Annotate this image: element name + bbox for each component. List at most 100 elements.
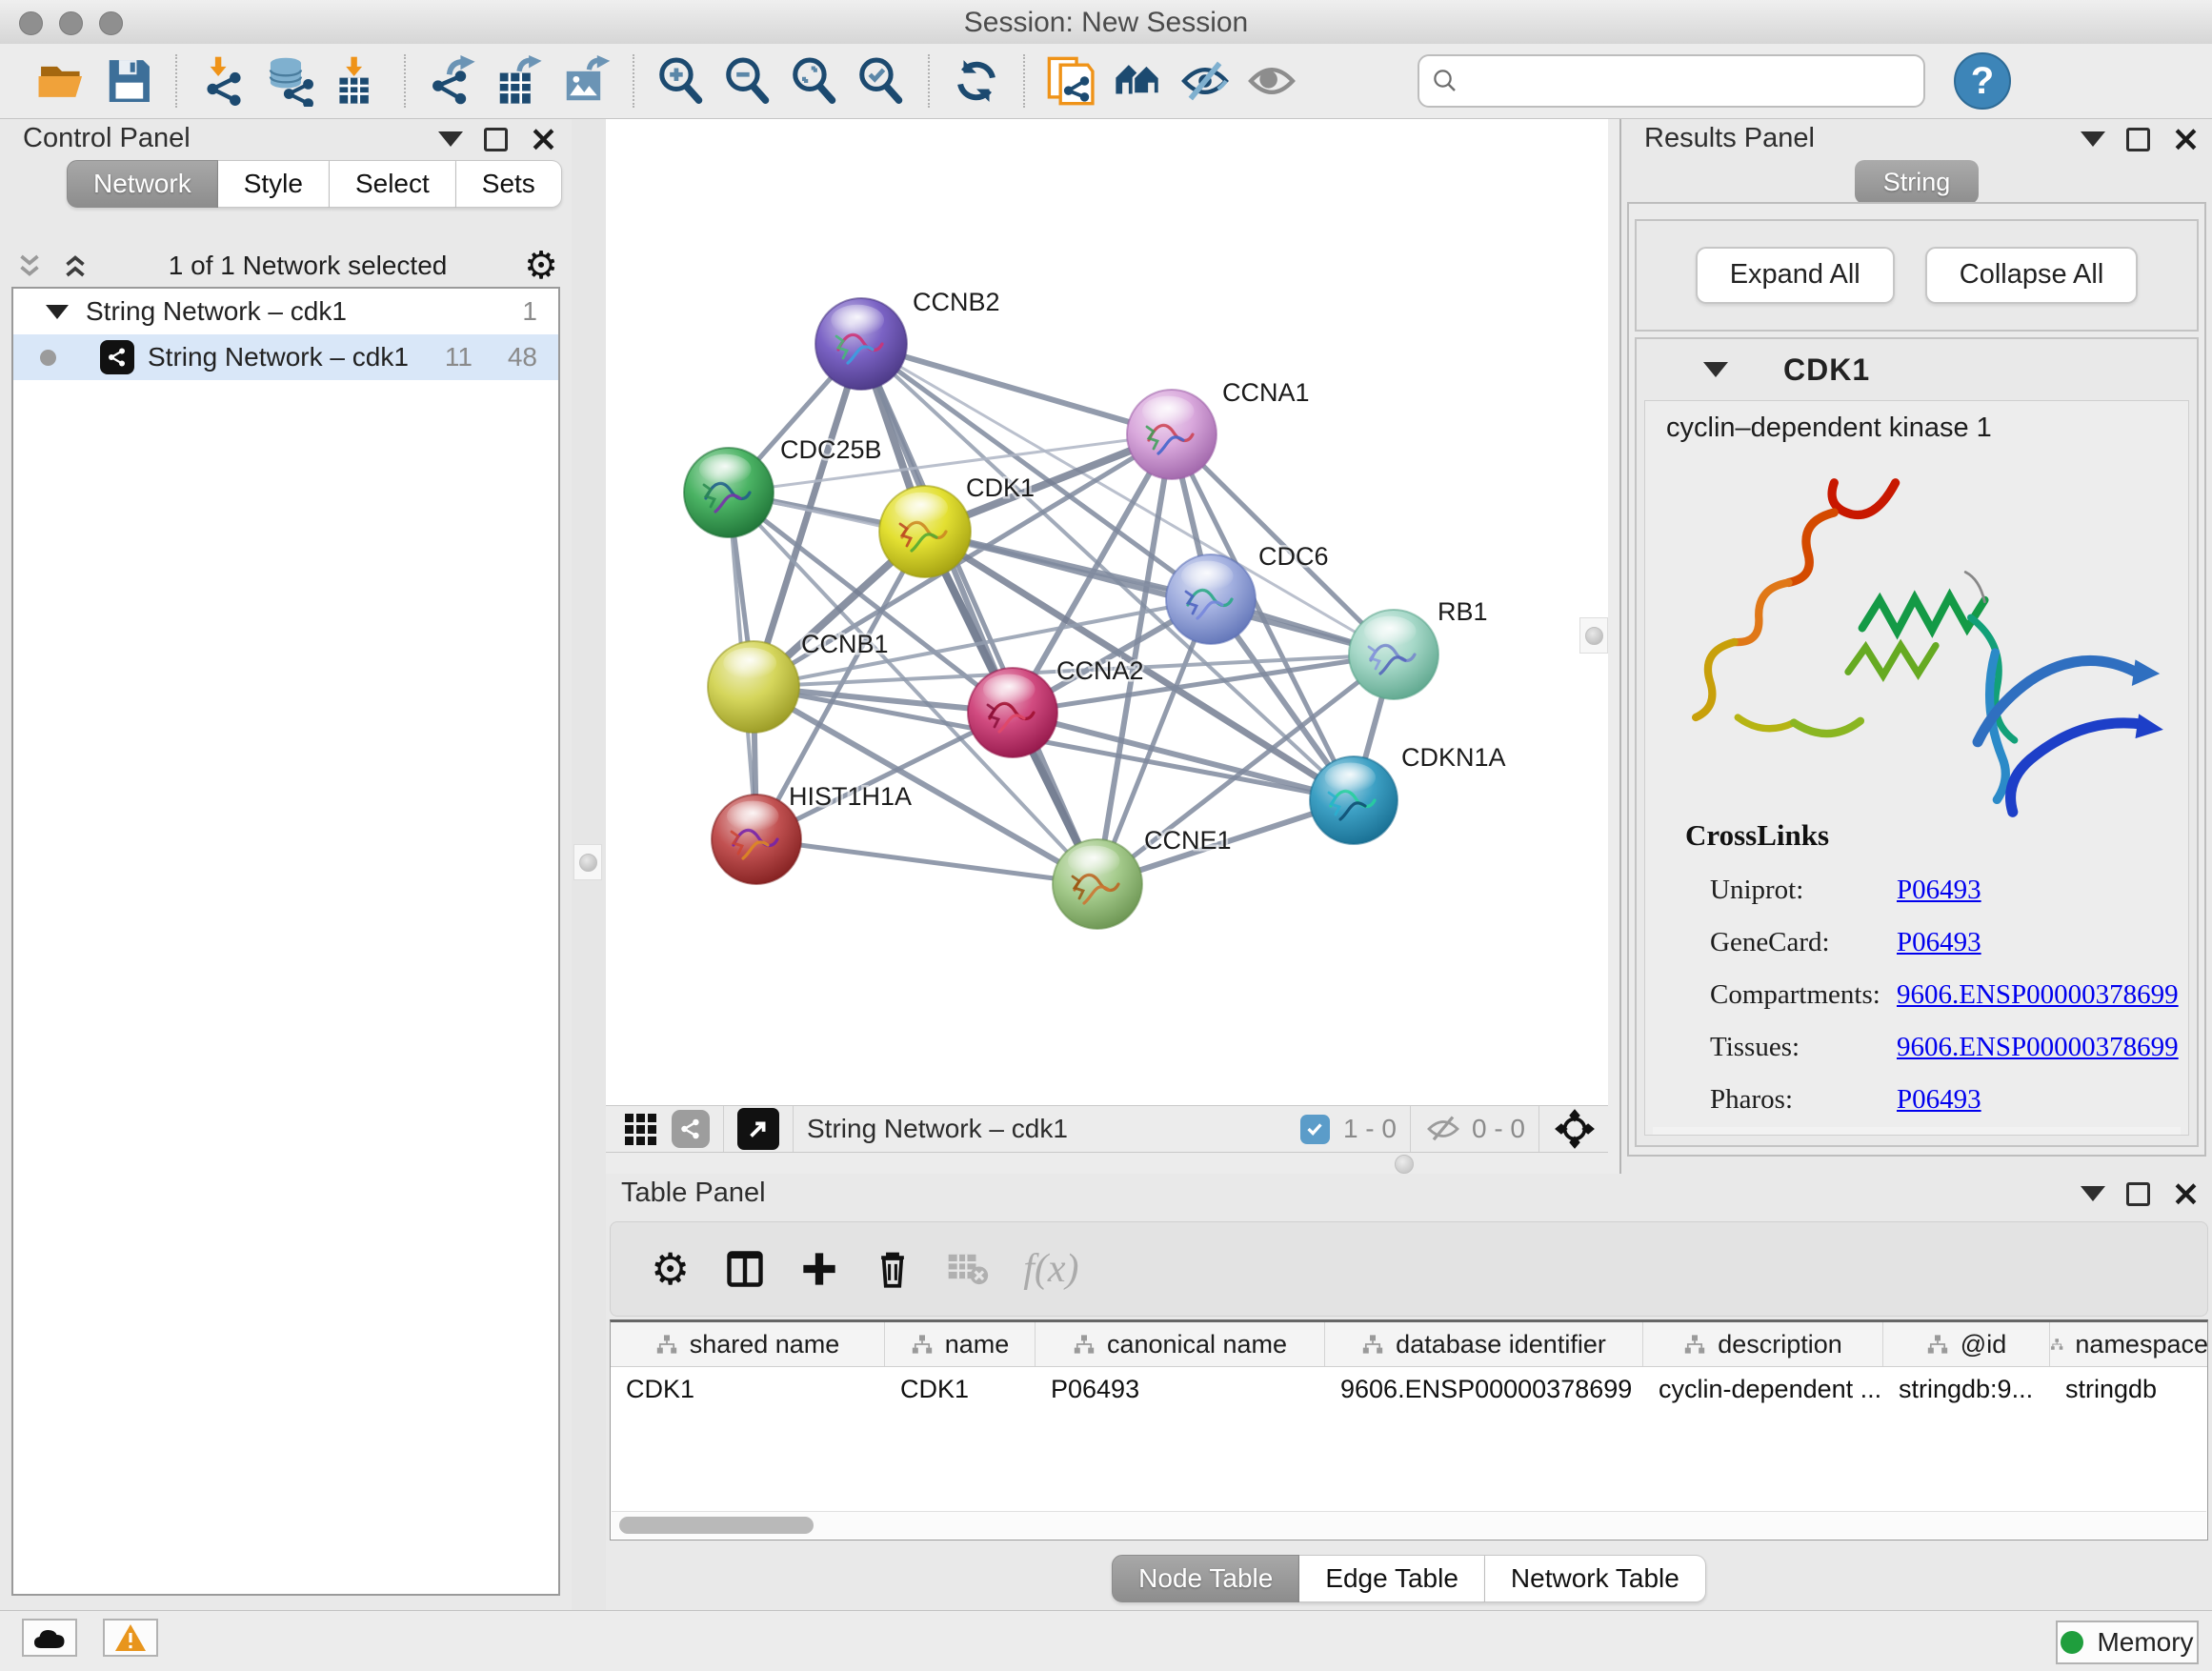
- export-table-button[interactable]: [486, 48, 553, 114]
- horizontal-splitter[interactable]: [606, 1153, 1619, 1174]
- table-cell[interactable]: CDK1: [611, 1367, 885, 1411]
- show-all-button[interactable]: [1238, 48, 1305, 114]
- hide-selected-button[interactable]: [1172, 48, 1238, 114]
- panel-menu-icon[interactable]: [438, 131, 463, 147]
- float-panel-icon[interactable]: [484, 128, 508, 151]
- network-canvas[interactable]: CCNB2CCNA1CDC25BCDK1CDC6RB1CCNB1CCNA2CDK…: [606, 119, 1608, 1105]
- open-file-button[interactable]: [29, 48, 95, 114]
- search-box[interactable]: [1418, 54, 1925, 108]
- zoom-in-button[interactable]: [648, 48, 714, 114]
- tab-string[interactable]: String: [1855, 160, 1980, 204]
- birds-eye-toggle-icon[interactable]: [1553, 1107, 1597, 1151]
- close-panel-icon[interactable]: ×: [2171, 127, 2201, 151]
- float-panel-icon[interactable]: [2126, 1182, 2150, 1206]
- table-cell[interactable]: P06493: [1036, 1367, 1325, 1411]
- table-horizontal-scrollbar[interactable]: [612, 1511, 2206, 1539]
- collection-expand-icon[interactable]: [46, 305, 69, 319]
- table-cell[interactable]: CDK1: [885, 1367, 1036, 1411]
- export-image-button[interactable]: [553, 48, 619, 114]
- table-options-gear-icon[interactable]: ⚙: [651, 1250, 690, 1288]
- import-network-file-button[interactable]: [191, 48, 257, 114]
- crosslink-label: Pharos:: [1710, 1084, 1897, 1116]
- column-header-canonical-name[interactable]: canonical name: [1036, 1322, 1325, 1366]
- results-scrollbar[interactable]: [1653, 1127, 2181, 1136]
- tab-network-table[interactable]: Network Table: [1485, 1555, 1706, 1602]
- crosslink-link[interactable]: P06493: [1897, 875, 1981, 906]
- expand-all-button[interactable]: Expand All: [1696, 247, 1895, 304]
- scrollbar-thumb[interactable]: [619, 1517, 814, 1534]
- help-button[interactable]: ?: [1954, 52, 2011, 110]
- import-table-file-button[interactable]: [324, 48, 391, 114]
- network-collection-row[interactable]: String Network – cdk1 1: [13, 289, 558, 334]
- collapse-all-button[interactable]: Collapse All: [1925, 247, 2139, 304]
- show-columns-icon[interactable]: [724, 1248, 766, 1290]
- crosslink-link[interactable]: P06493: [1897, 927, 1981, 958]
- expand-all-icon[interactable]: [59, 250, 91, 282]
- gene-header[interactable]: CDK1: [1637, 339, 2197, 400]
- close-panel-icon[interactable]: ×: [2171, 1181, 2201, 1206]
- table-cell[interactable]: cyclin-dependent ...: [1643, 1367, 1883, 1411]
- column-header-name[interactable]: name: [885, 1322, 1036, 1366]
- node-CCNA1[interactable]: CCNA1: [1127, 378, 1310, 479]
- tab-select[interactable]: Select: [330, 160, 456, 208]
- tab-network[interactable]: Network: [67, 160, 218, 208]
- open-in-window-icon[interactable]: [737, 1108, 779, 1150]
- table-row[interactable]: CDK1CDK1P064939606.ENSP00000378699cyclin…: [611, 1367, 2207, 1411]
- node-HIST1H1A[interactable]: HIST1H1A: [712, 782, 912, 884]
- column-header-description[interactable]: description: [1643, 1322, 1883, 1366]
- cloud-button[interactable]: [22, 1619, 77, 1657]
- database-import-icon: [265, 55, 316, 107]
- crosslink-link[interactable]: 9606.ENSP00000378699: [1897, 1032, 2179, 1063]
- network-options-gear-icon[interactable]: ⚙: [524, 247, 558, 285]
- horizontal-splitter-handle[interactable]: [1395, 1155, 1414, 1174]
- grid-view-icon[interactable]: [625, 1114, 656, 1145]
- node-RB1[interactable]: RB1: [1349, 597, 1488, 699]
- column-header-shared-name[interactable]: shared name: [611, 1322, 885, 1366]
- float-panel-icon[interactable]: [2126, 128, 2150, 151]
- collapse-all-icon[interactable]: [13, 250, 46, 282]
- tab-edge-table[interactable]: Edge Table: [1299, 1555, 1485, 1602]
- edge-HIST1H1A-CCNE1[interactable]: [756, 839, 1097, 884]
- warnings-button[interactable]: [103, 1619, 158, 1657]
- selected-checkbox-icon[interactable]: [1300, 1115, 1330, 1144]
- column-header-@id[interactable]: @id: [1883, 1322, 2050, 1366]
- delete-column-icon[interactable]: [873, 1248, 913, 1290]
- column-header-namespace[interactable]: namespace: [2050, 1322, 2208, 1366]
- table-cell[interactable]: stringdb:9...: [1883, 1367, 2050, 1411]
- home-view-button[interactable]: [1105, 48, 1172, 114]
- protein-structure-image: [1655, 458, 2189, 826]
- copy-network-button[interactable]: [1038, 48, 1105, 114]
- close-panel-icon[interactable]: ×: [529, 127, 558, 151]
- search-input[interactable]: [1459, 66, 1912, 97]
- network-row[interactable]: String Network – cdk1 11 48: [13, 334, 558, 380]
- panel-menu-icon[interactable]: [2081, 1186, 2105, 1201]
- zoom-selected-button[interactable]: [848, 48, 915, 114]
- table-cell[interactable]: stringdb: [2050, 1367, 2208, 1411]
- tab-style[interactable]: Style: [218, 160, 330, 208]
- panel-menu-icon[interactable]: [2081, 131, 2105, 147]
- zoom-out-button[interactable]: [714, 48, 781, 114]
- tab-node-table[interactable]: Node Table: [1112, 1555, 1299, 1602]
- table-cell[interactable]: 9606.ENSP00000378699: [1325, 1367, 1643, 1411]
- crosslink-link[interactable]: 9606.ENSP00000378699: [1897, 979, 2179, 1011]
- gene-expand-icon[interactable]: [1703, 362, 1728, 377]
- refresh-icon: [951, 55, 1002, 107]
- import-network-database-button[interactable]: [257, 48, 324, 114]
- right-splitter-handle[interactable]: [1579, 617, 1608, 654]
- node-CDK1[interactable]: CDK1: [879, 473, 1035, 577]
- export-network-button[interactable]: [419, 48, 486, 114]
- fit-content-button[interactable]: [781, 48, 848, 114]
- column-header-database-identifier[interactable]: database identifier: [1325, 1322, 1643, 1366]
- refresh-view-button[interactable]: [943, 48, 1010, 114]
- network-view-icon[interactable]: [672, 1110, 710, 1148]
- save-session-button[interactable]: [95, 48, 162, 114]
- crosslink-link[interactable]: P06493: [1897, 1084, 1981, 1116]
- tab-sets[interactable]: Sets: [456, 160, 562, 208]
- network-graph[interactable]: CCNB2CCNA1CDC25BCDK1CDC6RB1CCNB1CCNA2CDK…: [606, 119, 1608, 1105]
- left-splitter-handle[interactable]: [573, 844, 602, 880]
- title-bar: Session: New Session: [0, 0, 2212, 45]
- memory-button[interactable]: Memory: [2056, 1621, 2199, 1664]
- add-column-icon[interactable]: [800, 1250, 838, 1288]
- node-table[interactable]: shared namenamecanonical namedatabase id…: [610, 1319, 2208, 1540]
- node-CDKN1A[interactable]: CDKN1A: [1310, 743, 1506, 844]
